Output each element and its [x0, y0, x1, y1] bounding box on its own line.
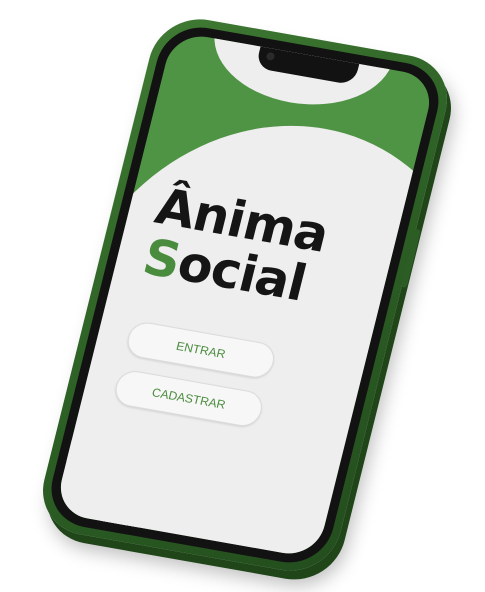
register-button[interactable]: CADASTRAR	[111, 368, 266, 429]
phone-mockup: Ânima Social ENTRAR CADASTRAR	[32, 11, 458, 579]
camera-icon	[265, 51, 276, 61]
stage: Ânima Social ENTRAR CADASTRAR	[0, 0, 485, 592]
app-screen: Ânima Social ENTRAR CADASTRAR	[53, 31, 437, 559]
enter-button[interactable]: ENTRAR	[123, 319, 278, 381]
app-logo: Ânima Social	[137, 177, 334, 312]
enter-button-label: ENTRAR	[174, 338, 227, 362]
register-button-label: CADASTRAR	[150, 385, 228, 412]
app-content: Ânima Social ENTRAR CADASTRAR	[54, 31, 437, 559]
